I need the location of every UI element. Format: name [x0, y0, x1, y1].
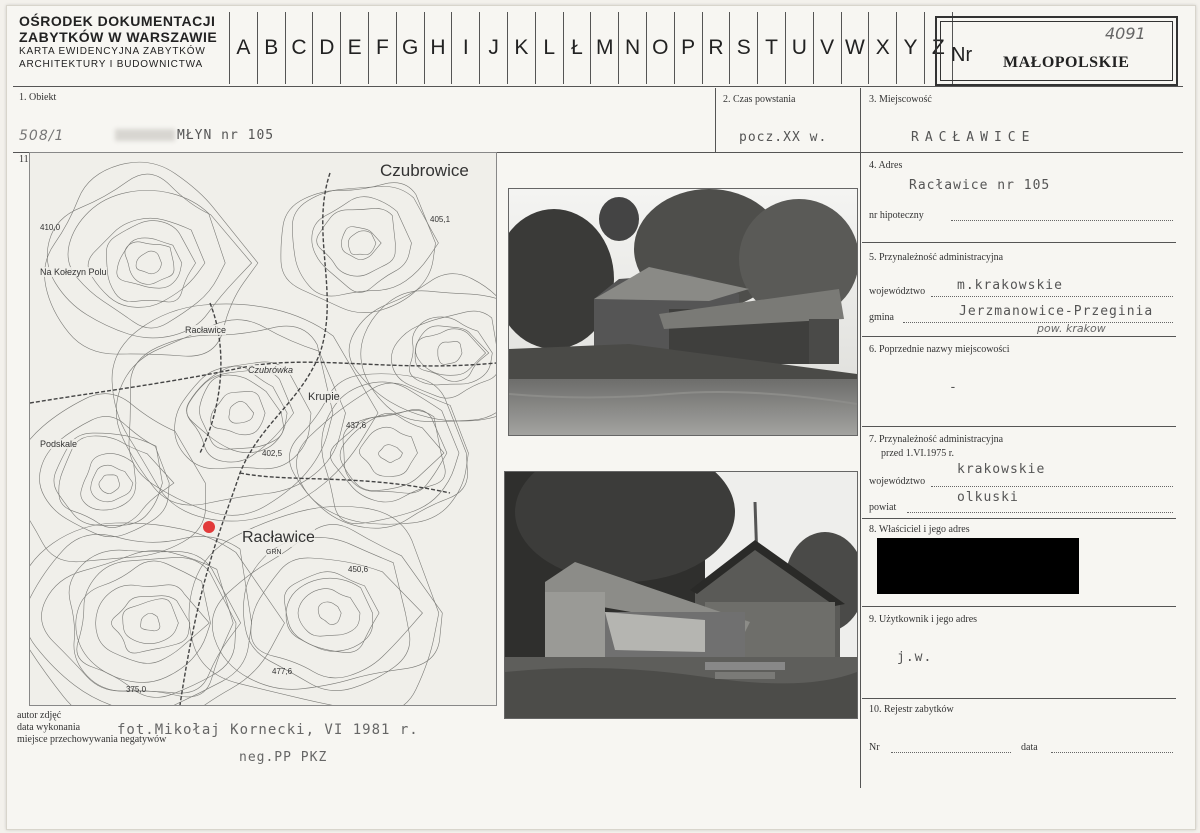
map-point-402: 402,5	[262, 449, 283, 458]
commune-handwritten-note: pow. krakow	[1037, 322, 1106, 335]
map-point-477: 477,6	[272, 667, 293, 676]
former-voivodeship-value: krakowskie	[957, 462, 1046, 477]
org-line-1: OŚRODEK DOKUMENTACJI	[19, 13, 216, 29]
voivodeship-label: województwo	[869, 286, 926, 297]
map-label-czubrowice: Czubrowice	[380, 161, 469, 181]
blurred-text	[115, 129, 175, 141]
field-7-sublabel: przed 1.VI.1975 r.	[881, 448, 955, 459]
alphabet-letter: W	[840, 12, 869, 84]
nr-label: Nr	[951, 44, 973, 66]
org-line-4: ARCHITEKTURY I BUDOWNICTWA	[19, 59, 203, 70]
photo-date-label: data wykonania	[17, 722, 81, 733]
field-3-label: 3. Miejscowość	[869, 94, 932, 105]
organisation-header: OŚRODEK DOKUMENTACJI ZABYTKÓW W WARSZAWI…	[19, 13, 217, 71]
alphabet-letter: B	[256, 12, 285, 84]
alphabet-index: ABCDEFGHIJKLŁMNOPRSTUVWXYZ	[229, 12, 953, 84]
alphabet-letter: L	[534, 12, 563, 84]
locality: RACŁAWICE	[911, 130, 1036, 145]
photo-mill-pond	[508, 188, 858, 436]
inventory-card: OŚRODEK DOKUMENTACJI ZABYTKÓW W WARSZAWI…	[6, 5, 1196, 830]
map-point-410: 410,0	[40, 223, 61, 232]
alphabet-letter: T	[757, 12, 785, 84]
district-value: olkuski	[957, 490, 1019, 505]
org-line-2: ZABYTKÓW W WARSZAWIE	[19, 29, 218, 45]
org-line-3: KARTA EWIDENCYJNA ZABYTKÓW	[19, 46, 206, 57]
alphabet-letter: O	[645, 12, 674, 84]
field-2-label: 2. Czas powstania	[723, 94, 796, 105]
photo-credit-value: fot.Mikołaj Kornecki, VI 1981 r.	[117, 722, 419, 738]
alphabet-letter: K	[506, 12, 535, 84]
map-label-na-kolezyn-polu: Na Kołezyn Polu	[40, 267, 107, 277]
alphabet-letter: J	[479, 12, 507, 84]
alphabet-letter: N	[618, 12, 646, 84]
map-label-krupie: Krupie	[308, 391, 340, 403]
alphabet-letter: M	[590, 12, 618, 84]
photo-wooden-barns	[504, 471, 858, 719]
alphabet-letter: Y	[896, 12, 924, 84]
field-8-label: 8. Właściciel i jego adres	[869, 524, 970, 535]
alphabet-letter: F	[367, 12, 396, 84]
alphabet-letter: S	[729, 12, 757, 84]
handwritten-number: 4091	[1105, 24, 1146, 43]
field-5-label: 5. Przynależność administracyjna	[869, 252, 1004, 263]
topographic-map: Czubrowice Na Kołezyn Polu Racławice Czu…	[29, 152, 497, 706]
alphabet-letter: G	[395, 12, 424, 84]
object-inventory-number: 508/1	[19, 128, 65, 144]
voivodeship-value: m.krakowskie	[957, 278, 1063, 293]
field-6-label: 6. Poprzednie nazwy miejscowości	[869, 344, 1010, 355]
alphabet-letter: H	[423, 12, 452, 84]
map-point-437: 437,6	[346, 421, 367, 430]
map-label-raclawice-small: Racławice	[185, 325, 227, 335]
alphabet-letter: U	[784, 12, 813, 84]
redacted-owner	[877, 538, 1079, 594]
number-box: Nr MAŁOPOLSKIE 4091	[935, 16, 1178, 86]
alphabet-letter: E	[340, 12, 368, 84]
alphabet-letter: V	[812, 12, 841, 84]
mortgage-number-label: nr hipoteczny	[869, 210, 924, 221]
map-label-podskale: Podskale	[40, 439, 78, 449]
construction-time: pocz.XX w.	[739, 130, 828, 145]
commune-label: gmina	[869, 312, 894, 323]
field-4-label: 4. Adres	[869, 160, 903, 171]
address: Racławice nr 105	[909, 178, 1051, 193]
photo-author-label: autor zdjęć	[17, 710, 62, 721]
alphabet-letter: C	[284, 12, 313, 84]
register-date-label: data	[1021, 742, 1038, 753]
map-label-grn: GRN	[266, 549, 282, 556]
alphabet-letter: X	[868, 12, 896, 84]
former-voivodeship-label: województwo	[869, 476, 926, 487]
district-label: powiat	[869, 502, 897, 513]
previous-names-value: -	[949, 380, 958, 395]
map-label-czubrowka: Czubrówka	[248, 365, 294, 375]
alphabet-letter: P	[673, 12, 702, 84]
negatives-storage-value: neg.PP PKZ	[239, 750, 328, 765]
field-9-label: 9. Użytkownik i jego adres	[869, 614, 978, 625]
alphabet-letter: Ł	[562, 12, 591, 84]
map-point-375: 375,0	[126, 685, 147, 694]
register-nr-label: Nr	[869, 742, 880, 753]
field-1-label: 1. Obiekt	[19, 92, 57, 103]
map-label-raclawice-big: Racławice	[242, 529, 315, 547]
alphabet-letter: D	[312, 12, 340, 84]
commune-value: Jerzmanowice-Przeginia	[959, 304, 1154, 319]
field-7-label: 7. Przynależność administracyjna	[869, 434, 1004, 445]
alphabet-letter: R	[701, 12, 730, 84]
object-name: MŁYN nr 105	[177, 128, 275, 143]
location-marker	[203, 521, 215, 533]
user-value: j.w.	[897, 650, 933, 665]
alphabet-letter: I	[451, 12, 479, 84]
region-name: MAŁOPOLSKIE	[1003, 54, 1130, 71]
field-10-label: 10. Rejestr zabytków	[869, 704, 954, 715]
map-contours	[30, 161, 496, 705]
map-point-450: 450,6	[348, 565, 369, 574]
alphabet-letter: A	[229, 12, 257, 84]
map-point-405: 405,1	[430, 215, 451, 224]
